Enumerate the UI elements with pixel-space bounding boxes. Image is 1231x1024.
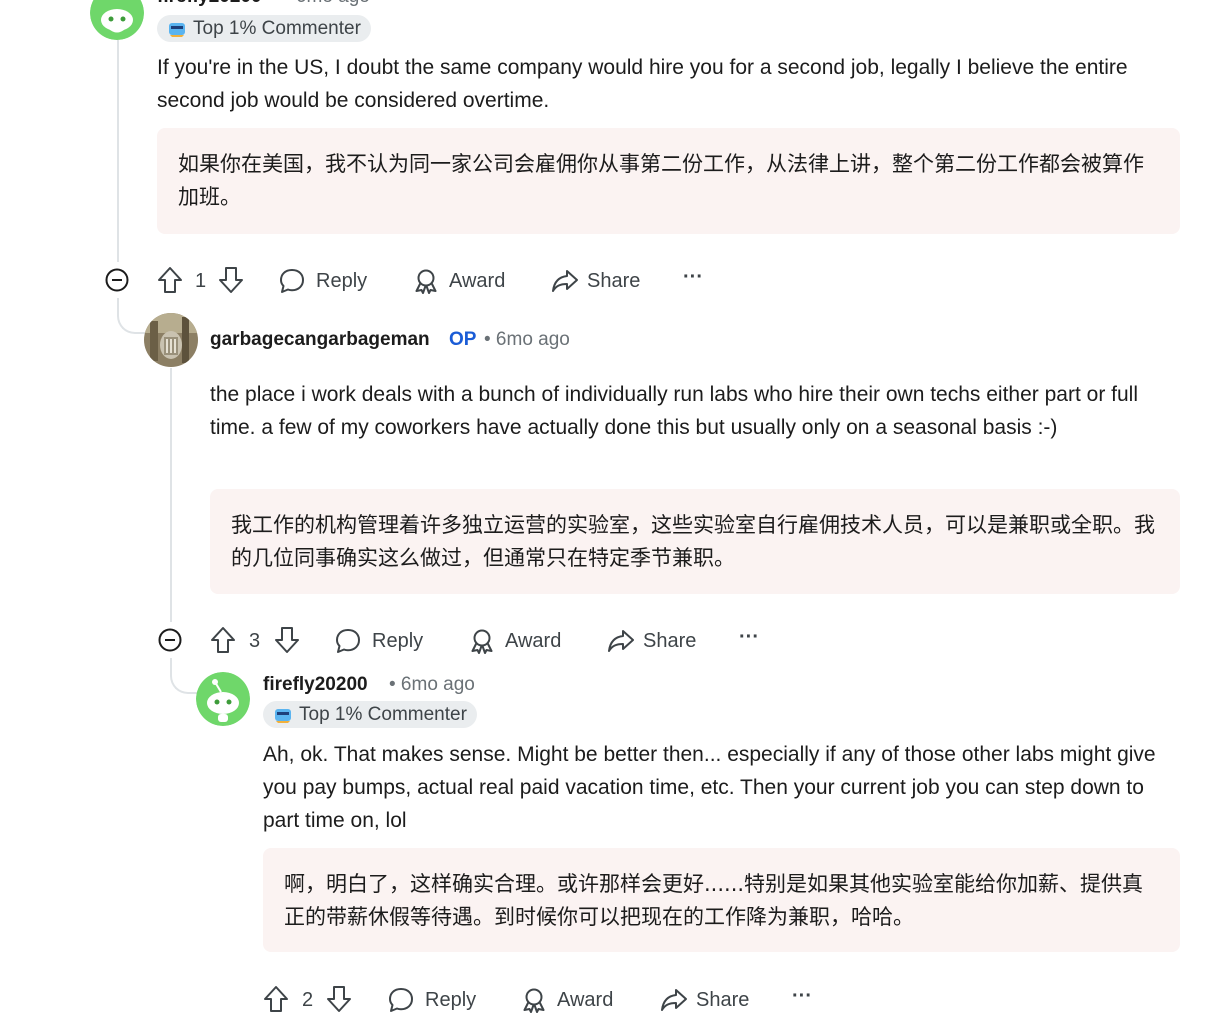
op-badge: OP	[449, 329, 477, 350]
share-button[interactable]: Share	[551, 268, 640, 294]
avatar[interactable]	[144, 313, 198, 367]
more-icon: ···	[739, 626, 759, 648]
award-label: Award	[505, 629, 562, 652]
avatar[interactable]	[196, 672, 250, 726]
more-options-button[interactable]: ···	[739, 626, 759, 649]
reply-icon	[280, 269, 304, 293]
award-label: Award	[449, 269, 506, 292]
vote-count: 3	[249, 630, 261, 652]
translation-box: 如果你在美国，我不认为同一家公司会雇佣你从事第二份工作，从法律上讲，整个第二份工…	[157, 128, 1180, 234]
share-icon	[661, 989, 687, 1011]
vote-count: 2	[302, 989, 314, 1011]
thread-line-1	[117, 40, 119, 262]
collapse-icon[interactable]	[105, 268, 129, 292]
reply-button[interactable]: Reply	[279, 268, 367, 294]
thread-line-2	[170, 368, 172, 622]
downvote-icon[interactable]	[274, 626, 300, 654]
more-icon: ···	[792, 985, 812, 1007]
share-button[interactable]: Share	[660, 987, 749, 1013]
award-icon	[415, 269, 437, 294]
thread-elbow-1	[117, 298, 145, 334]
reply-label: Reply	[425, 988, 477, 1011]
comment-body: Ah, ok. That makes sense. Might be bette…	[263, 743, 1156, 832]
reply-label: Reply	[316, 269, 368, 292]
comment-username[interactable]: firefly20200	[157, 0, 262, 8]
downvote-icon[interactable]	[218, 266, 244, 294]
comment-timestamp: • 6mo ago	[484, 329, 570, 350]
downvote-icon[interactable]	[326, 985, 352, 1013]
vote-count: 1	[195, 270, 207, 292]
award-icon	[523, 988, 545, 1013]
comment-body: If you're in the US, I doubt the same co…	[157, 56, 1128, 112]
share-icon	[552, 270, 578, 292]
snoo-avatar-icon	[196, 672, 250, 726]
reply-button[interactable]: Reply	[388, 987, 476, 1013]
badge-label: Top 1% Commenter	[193, 17, 361, 39]
share-label: Share	[643, 629, 697, 652]
share-label: Share	[696, 988, 750, 1011]
upvote-icon[interactable]	[210, 626, 236, 654]
more-icon: ···	[683, 266, 703, 288]
reply-icon	[336, 629, 360, 653]
award-button[interactable]: Award	[413, 268, 505, 294]
award-icon	[471, 629, 493, 654]
upvote-icon[interactable]	[157, 266, 183, 294]
reply-icon	[389, 988, 413, 1012]
more-options-button[interactable]: ···	[792, 985, 812, 1008]
collapse-icon[interactable]	[158, 628, 182, 652]
snoo-avatar-icon	[90, 0, 144, 40]
share-label: Share	[587, 269, 641, 292]
reply-button[interactable]: Reply	[335, 628, 423, 654]
share-button[interactable]: Share	[607, 628, 696, 654]
badge-icon	[169, 22, 185, 37]
share-icon	[608, 630, 634, 652]
avatar[interactable]	[90, 0, 144, 40]
award-button[interactable]: Award	[469, 628, 561, 654]
translation-box: 我工作的机构管理着许多独立运营的实验室，这些实验室自行雇佣技术人员，可以是兼职或…	[210, 489, 1180, 594]
badge-icon	[275, 708, 291, 723]
comment-body: the place i work deals with a bunch of i…	[210, 383, 1138, 439]
comment-username[interactable]: garbagecangarbageman	[210, 329, 430, 351]
upvote-icon[interactable]	[263, 985, 289, 1013]
thread-elbow-2	[170, 658, 198, 694]
comment-username[interactable]: firefly20200	[263, 674, 368, 696]
comment-timestamp: • 6mo ago	[389, 674, 475, 695]
award-label: Award	[557, 988, 614, 1011]
translation-box: 啊，明白了，这样确实合理。或许那样会更好......特别是如果其他实验室能给你加…	[263, 848, 1180, 952]
reply-label: Reply	[372, 629, 424, 652]
more-options-button[interactable]: ···	[683, 266, 703, 289]
comment-timestamp: • 6mo ago	[284, 0, 370, 8]
commenter-badge: Top 1% Commenter	[263, 701, 477, 728]
badge-label: Top 1% Commenter	[299, 703, 467, 725]
commenter-badge: Top 1% Commenter	[157, 15, 371, 42]
award-button[interactable]: Award	[521, 987, 613, 1013]
user-photo-avatar-icon	[144, 313, 198, 367]
